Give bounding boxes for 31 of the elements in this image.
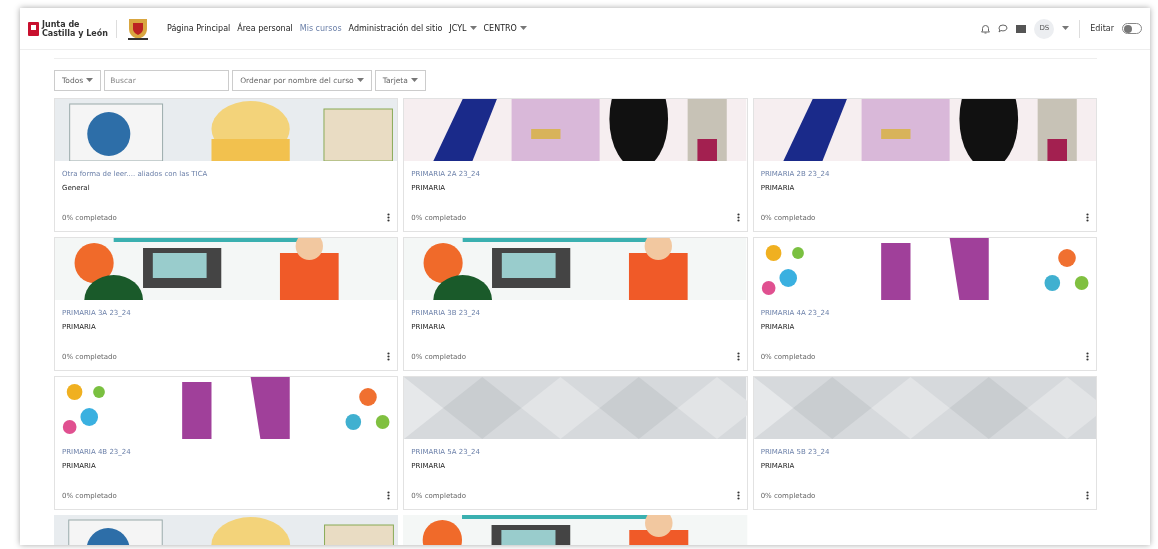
notification-bell-icon[interactable] [981, 23, 991, 34]
nav-link[interactable]: Página Principal [167, 22, 231, 35]
more-options-icon[interactable] [387, 213, 391, 223]
logo-icon [28, 21, 39, 36]
logo[interactable]: Junta de Castilla y León [28, 19, 117, 38]
crest-icon[interactable] [127, 16, 149, 41]
more-options-icon[interactable] [1086, 213, 1089, 223]
more-options-icon[interactable] [387, 491, 391, 501]
edit-mode-toggle[interactable] [1122, 23, 1142, 34]
more-options-icon[interactable] [736, 491, 740, 501]
nav-link[interactable]: JCYL [449, 22, 477, 35]
caret-icon [519, 26, 527, 31]
nav-link[interactable]: Administración del sitio [348, 22, 443, 35]
caret-icon [469, 26, 477, 31]
more-options-icon[interactable] [736, 213, 740, 223]
caret-icon [86, 78, 94, 83]
caret-icon [410, 78, 418, 83]
more-options-icon[interactable] [736, 352, 740, 362]
caret-icon [1062, 26, 1070, 31]
more-options-icon[interactable] [1086, 491, 1089, 501]
nav-link[interactable]: Área personal [237, 22, 293, 35]
caret-icon [356, 78, 364, 83]
more-options-icon[interactable] [1086, 352, 1089, 362]
nav-link[interactable]: Mis cursos [299, 22, 342, 35]
logo-text: Junta de [42, 19, 81, 29]
nav-link[interactable]: CENTRO [483, 22, 527, 35]
more-options-icon[interactable] [387, 352, 391, 362]
logo-text: Castilla y León [42, 28, 108, 38]
envelope-icon[interactable] [1016, 24, 1027, 33]
edit-mode-label: Editar [1090, 22, 1114, 35]
chat-bubble-icon[interactable] [998, 24, 1009, 33]
